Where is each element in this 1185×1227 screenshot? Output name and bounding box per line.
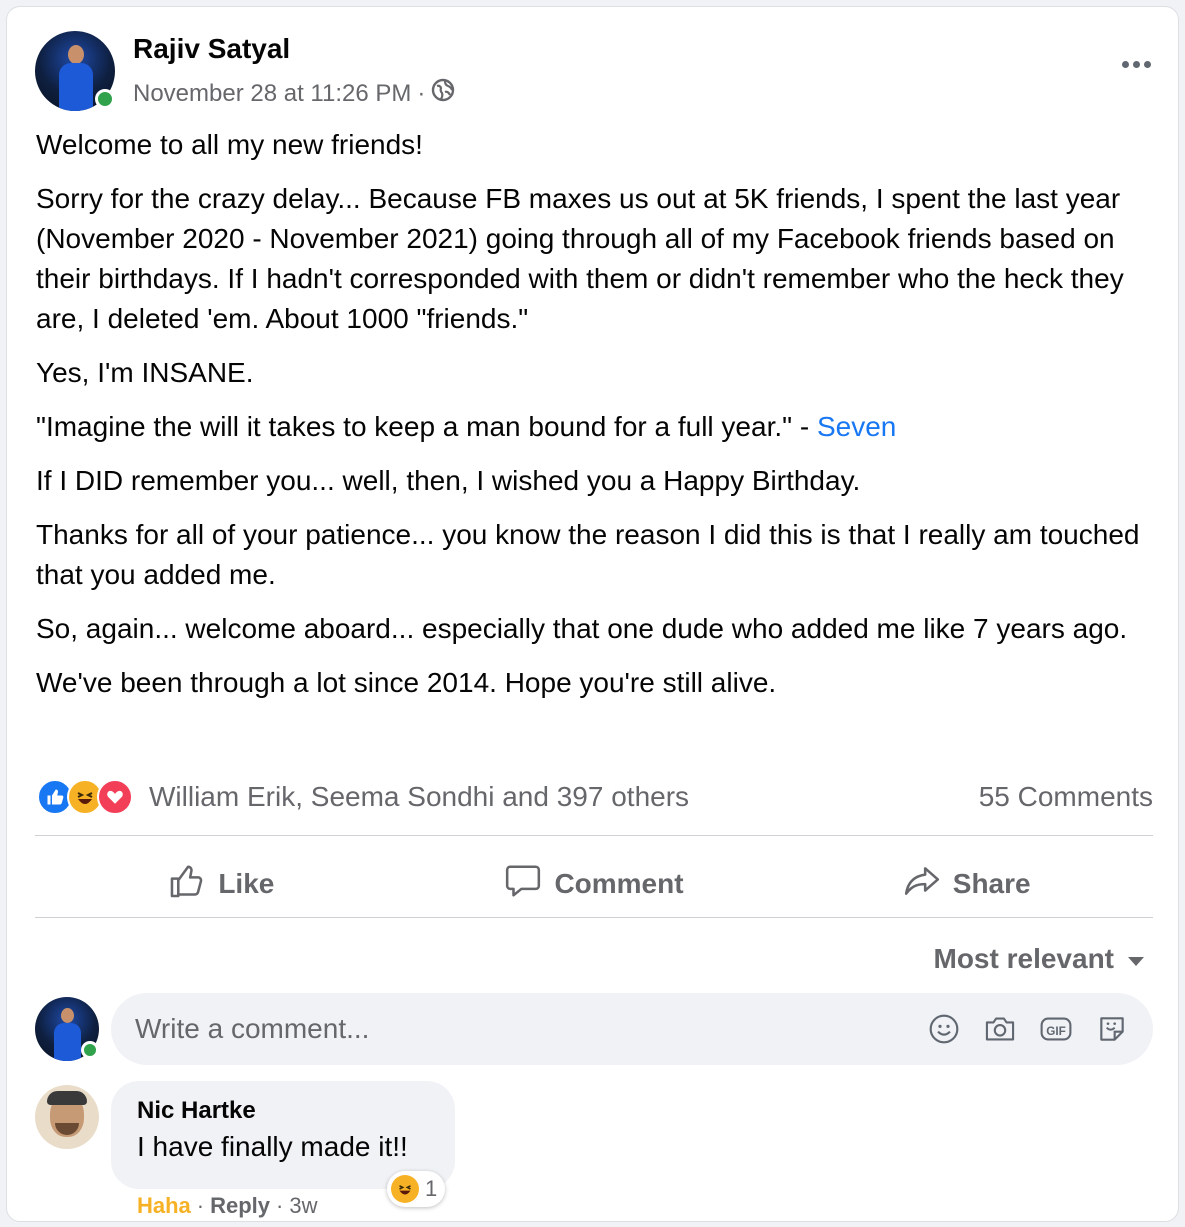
composer-tools: GIF [927, 1012, 1129, 1046]
share-button[interactable]: Share [780, 862, 1153, 907]
meta-separator: · [276, 1193, 284, 1218]
share-label: Share [952, 868, 1031, 899]
composer-online-indicator [81, 1041, 99, 1059]
author-name[interactable]: Rajiv Satyal [133, 33, 290, 65]
like-label: Like [218, 868, 275, 899]
comment-reactions[interactable]: 1 [387, 1171, 446, 1207]
post-header: Rajiv Satyal November 28 at 11:26 PM · [35, 31, 1155, 115]
comment-meta: Haha · Reply · 3w [137, 1193, 318, 1219]
comment-label: Comment [554, 868, 684, 899]
gif-icon[interactable]: GIF [1039, 1012, 1073, 1046]
love-icon [97, 779, 133, 815]
sort-label: Most relevant [933, 943, 1115, 974]
post-paragraph: So, again... welcome aboard... especiall… [36, 613, 1128, 644]
sticker-icon[interactable] [1095, 1012, 1129, 1046]
haha-icon [391, 1175, 419, 1203]
commenter-name[interactable]: Nic Hartke [137, 1095, 429, 1127]
caret-down-icon [1128, 956, 1144, 966]
post-paragraph-quote: "Imagine the will it takes to keep a man… [36, 407, 1156, 447]
speech-bubble-icon [504, 862, 542, 907]
comment-reaction-count: 1 [425, 1176, 438, 1201]
divider-top [35, 835, 1153, 836]
comment-age[interactable]: 3w [289, 1193, 317, 1219]
comment-reply-button[interactable]: Reply [210, 1193, 270, 1219]
meta-separator: · [196, 1193, 205, 1218]
post-paragraph: Thanks for all of your patience... you k… [36, 519, 1140, 590]
camera-icon[interactable] [983, 1012, 1017, 1046]
post-actions: Like Comment Share [35, 845, 1153, 923]
post-paragraph: Sorry for the crazy delay... Because FB … [36, 183, 1124, 334]
post-paragraph: Welcome to all my new friends! [36, 129, 423, 160]
comments-count[interactable]: 55 Comments [979, 781, 1153, 813]
quote-link[interactable]: Seven [817, 411, 896, 442]
svg-text:GIF: GIF [1046, 1025, 1066, 1038]
commenter-avatar[interactable] [35, 1085, 99, 1149]
reactions-summary[interactable]: William Erik, Seema Sondhi and 397 other… [37, 779, 689, 815]
share-arrow-icon [903, 862, 941, 907]
comment-input[interactable] [135, 1013, 927, 1045]
quote-text: "Imagine the will it takes to keep a man… [36, 411, 817, 442]
comment-button[interactable]: Comment [408, 862, 781, 907]
reactions-row: William Erik, Seema Sondhi and 397 other… [37, 777, 1153, 817]
comment-text: I have finally made it!! [137, 1131, 408, 1162]
post-paragraph: We've been through a lot since 2014. Hop… [36, 667, 777, 698]
post-timestamp[interactable]: November 28 at 11:26 PM [133, 80, 411, 108]
divider-bottom [35, 917, 1153, 918]
post-paragraph: If I DID remember you... well, then, I w… [36, 465, 861, 496]
meta-separator: · [417, 79, 426, 107]
thumbs-up-icon [168, 862, 206, 907]
post-card: Rajiv Satyal November 28 at 11:26 PM · W… [6, 6, 1179, 1222]
online-status-indicator [95, 89, 115, 109]
like-button[interactable]: Like [35, 862, 408, 907]
comment-sort-dropdown[interactable]: Most relevant [933, 943, 1144, 975]
globe-icon[interactable] [431, 78, 455, 109]
comment-composer: GIF [111, 993, 1153, 1065]
emoji-icon[interactable] [927, 1012, 961, 1046]
comment-haha-button[interactable]: Haha [137, 1193, 191, 1219]
post-meta: November 28 at 11:26 PM · [133, 78, 455, 109]
post-body: Welcome to all my new friends! Sorry for… [36, 125, 1156, 717]
post-paragraph: Yes, I'm INSANE. [36, 357, 254, 388]
more-options-button[interactable] [1122, 61, 1151, 68]
reactions-names[interactable]: William Erik, Seema Sondhi and 397 other… [149, 781, 689, 813]
